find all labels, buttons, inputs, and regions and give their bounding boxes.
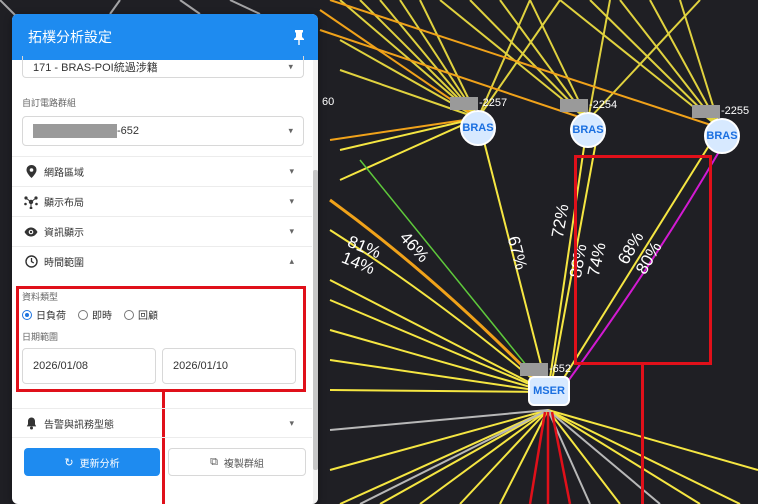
chevron-down-icon: ▾ [289, 226, 294, 236]
clock-icon [24, 255, 38, 269]
chevron-up-icon: ▴ [289, 256, 294, 266]
bras-node-2255[interactable]: BRAS [704, 118, 740, 154]
highlight-connector-right [641, 365, 644, 504]
pin-icon[interactable] [292, 29, 306, 45]
chevron-down-icon: ▾ [289, 196, 294, 206]
highlight-box-time [16, 286, 306, 392]
custom-group-select[interactable]: -652 ▾ [22, 116, 304, 146]
section-alarm-traffic[interactable]: 告警與訊務型態 ▾ [12, 408, 312, 438]
copy-group-button[interactable]: ⧉ 複製群組 [168, 448, 306, 476]
panel-header: 拓樸分析設定 [12, 14, 318, 60]
partial-label: 60 [322, 96, 335, 108]
panel-title: 拓樸分析設定 [28, 29, 112, 45]
section-info-display[interactable]: 資訊顯示 ▾ [12, 216, 312, 246]
masked-id [692, 104, 720, 118]
layout-nodes-icon [24, 195, 38, 209]
mser-node-652[interactable]: MSER [528, 376, 570, 406]
section-display-layout[interactable]: 顯示布局 ▾ [12, 186, 312, 216]
copy-icon: ⧉ [210, 455, 218, 468]
masked-id [560, 98, 588, 112]
refresh-icon: ↻ [64, 456, 74, 469]
panel-body: 171 - BRAS-POI統過涉籍 ▾ 自訂電路群組 -652 ▾ 網路區域 … [12, 56, 318, 504]
highlight-box-links [574, 155, 712, 365]
chevron-down-icon: ▾ [288, 125, 293, 136]
chevron-down-icon: ▾ [289, 166, 294, 176]
bras-select[interactable]: 171 - BRAS-POI統過涉籍 ▾ [22, 56, 304, 78]
node-tag-mser-652: -652 [520, 362, 571, 376]
bras-node-2257[interactable]: BRAS [460, 110, 496, 146]
bras-node-2254[interactable]: BRAS [570, 112, 606, 148]
masked-group-name [33, 124, 117, 138]
panel-scrollbar[interactable] [313, 60, 318, 504]
node-tag-bras-2254: -2254 [560, 98, 617, 112]
masked-id [450, 96, 478, 110]
scrollbar-thumb[interactable] [313, 170, 318, 470]
bell-icon [24, 416, 38, 430]
section-time-range[interactable]: 時間範圍 ▴ [12, 246, 312, 276]
section-network-area[interactable]: 網路區域 ▾ [12, 156, 312, 186]
chevron-down-icon: ▾ [289, 417, 294, 428]
node-tag-bras-2255: -2255 [692, 104, 749, 118]
location-pin-icon [24, 165, 38, 179]
update-analysis-button[interactable]: ↻ 更新分析 [24, 448, 160, 476]
eye-icon [24, 225, 38, 239]
masked-id [520, 362, 548, 376]
chevron-down-icon: ▾ [288, 61, 293, 71]
custom-group-label: 自訂電路群組 [22, 98, 77, 108]
node-tag-bras-2257: -2257 [450, 96, 507, 110]
topology-settings-panel: 拓樸分析設定 171 - BRAS-POI統過涉籍 ▾ 自訂電路群組 -652 … [12, 14, 318, 504]
